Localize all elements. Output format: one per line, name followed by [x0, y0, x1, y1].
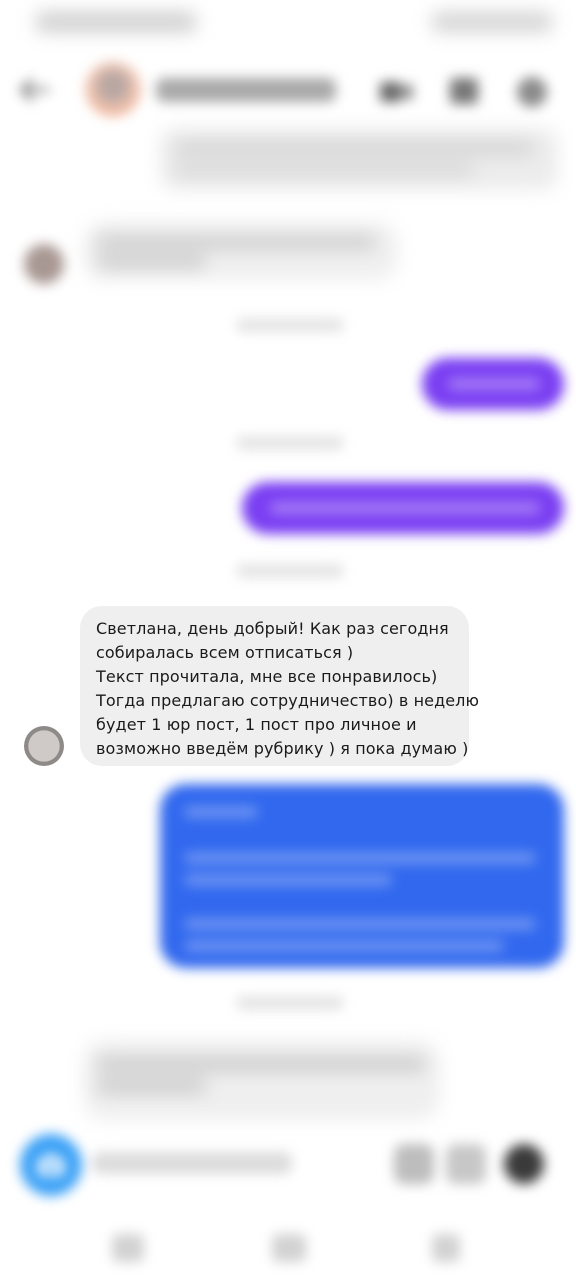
message-incoming-main[interactable]: Светлана, день добрый! Как раз сегодня с… [80, 606, 480, 766]
message-input[interactable] [92, 1152, 292, 1174]
message-outgoing-long[interactable] [160, 784, 564, 968]
message-line: Тогда предлагаю сотрудничество) в неделю [96, 691, 480, 710]
message-incoming[interactable] [84, 1040, 440, 1120]
message-line: собиралась всем отписаться ) [96, 643, 354, 662]
info-icon[interactable] [510, 70, 554, 114]
recent-apps-button[interactable] [112, 1234, 144, 1262]
video-call-icon[interactable] [374, 70, 418, 114]
timestamp [236, 318, 344, 332]
message-composer [14, 1130, 564, 1200]
status-bar [0, 0, 576, 44]
status-icons [432, 12, 552, 32]
timestamp [236, 996, 344, 1010]
status-time-and-notifications [36, 12, 196, 32]
sticker-icon[interactable] [504, 1144, 544, 1184]
contact-name[interactable] [156, 78, 336, 102]
system-navigation-bar [0, 1216, 576, 1280]
message-outgoing[interactable] [422, 358, 564, 410]
sender-avatar[interactable] [24, 244, 64, 284]
home-button[interactable] [272, 1234, 306, 1262]
sender-avatar[interactable] [24, 726, 64, 766]
message-outgoing[interactable] [242, 482, 564, 534]
message-incoming[interactable] [84, 222, 398, 280]
timestamp [236, 564, 344, 578]
timestamp [236, 436, 344, 450]
flag-icon[interactable] [442, 70, 486, 114]
mic-icon[interactable] [394, 1144, 434, 1184]
camera-icon[interactable] [20, 1134, 82, 1196]
message-line: Текст прочитала, мне все понравилось) [96, 667, 438, 686]
back-arrow-icon[interactable] [18, 74, 52, 106]
message-text: Светлана, день добрый! Как раз сегодня с… [96, 617, 480, 761]
contact-avatar[interactable] [86, 62, 140, 116]
message-line: возможно введём рубрику ) я пока думаю ) [96, 739, 469, 758]
chat-header [0, 52, 576, 128]
back-button[interactable] [432, 1234, 460, 1262]
message-outgoing-quoted[interactable] [160, 128, 558, 190]
message-line: Светлана, день добрый! Как раз сегодня [96, 619, 449, 638]
message-line: будет 1 юр пост, 1 пост про личное и [96, 715, 417, 734]
gallery-icon[interactable] [446, 1144, 486, 1184]
